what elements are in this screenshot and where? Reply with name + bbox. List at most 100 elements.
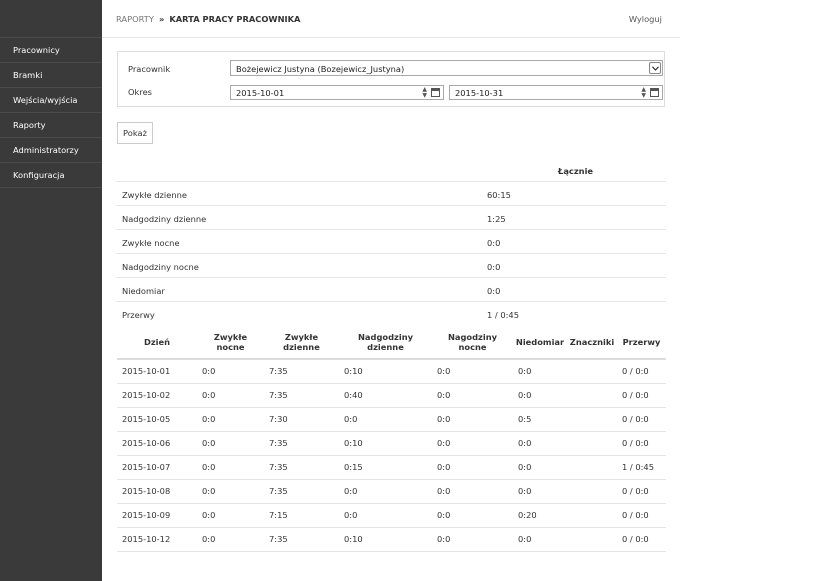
summary-total-header: Łącznie [558, 166, 594, 176]
table-cell: 0:10 [339, 527, 432, 552]
column-header-line: Nadgodziny [357, 332, 414, 342]
table-row: 2015-10-09 0:0 7:15 0:0 0:0 0:20 0 / 0:0 [117, 503, 666, 528]
summary-value: 1:25 [487, 214, 506, 224]
column-header-line: Przerwy [622, 337, 661, 347]
table-cell: 0 / 0:0 [617, 359, 666, 384]
table-cell [567, 383, 617, 408]
logout-link[interactable]: Wyloguj [629, 14, 662, 24]
table-cell: 2015-10-09 [117, 503, 197, 528]
table-cell: 7:35 [264, 359, 339, 384]
table-cell: 2015-10-06 [117, 431, 197, 456]
spinner-icon[interactable]: ▲ ▼ [641, 87, 646, 99]
column-header-line: dzienne [283, 342, 320, 352]
table-cell: 0:0 [197, 383, 264, 408]
table-cell: 0:0 [432, 527, 513, 552]
summary-row: Nadgodziny nocne 0:0 [117, 254, 666, 278]
sidebar: Pracownicy Bramki Wejścia/wyjścia Raport… [0, 0, 102, 581]
table-cell: 7:30 [264, 407, 339, 432]
table-cell: 0 / 0:0 [617, 479, 666, 504]
employee-select[interactable]: Bożejewicz Justyna (Bozejewicz_Justyna) [230, 60, 663, 76]
column-header: Dzień [117, 326, 197, 360]
filter-panel: Pracownik Bożejewicz Justyna (Bozejewicz… [117, 51, 665, 107]
column-header: Nagodziny nocne [432, 326, 513, 360]
table-row: 2015-10-07 0:0 7:35 0:15 0:0 0:0 1 / 0:45 [117, 455, 666, 480]
table-cell: 0:0 [513, 479, 567, 504]
summary-row: Przerwy 1 / 0:45 [117, 302, 666, 326]
column-header: Znaczniki [567, 326, 617, 360]
sidebar-item-bramki[interactable]: Bramki [0, 63, 102, 88]
summary-value: 1 / 0:45 [487, 310, 519, 320]
table-cell: 7:35 [264, 479, 339, 504]
table-header-row: Dzień Zwykłe nocne Zwykłe dzienne Nadgodziny d… [117, 326, 666, 360]
table-cell [567, 359, 617, 384]
calendar-icon[interactable] [650, 88, 659, 97]
daily-table: Dzień Zwykłe nocne Zwykłe dzienne Nadgodziny d… [117, 326, 666, 552]
summary-label: Niedomiar [122, 286, 165, 296]
sidebar-item-konfiguracja[interactable]: Konfiguracja [0, 163, 102, 188]
table-cell: 0:10 [339, 359, 432, 384]
table-cell: 2015-10-08 [117, 479, 197, 504]
top-bar: RAPORTY » KARTA PRACY PRACOWNIKA Wyloguj [102, 0, 680, 38]
breadcrumb-root[interactable]: RAPORTY [116, 14, 154, 24]
table-cell: 1 / 0:45 [617, 455, 666, 480]
sidebar-item-wejscia-wyjscia[interactable]: Wejścia/wyjścia [0, 88, 102, 113]
table-cell: 0:0 [197, 359, 264, 384]
table-cell: 0:0 [339, 479, 432, 504]
table-row: 2015-10-05 0:0 7:30 0:0 0:0 0:5 0 / 0:0 [117, 407, 666, 432]
table-cell: 2015-10-07 [117, 455, 197, 480]
table-cell: 0 / 0:0 [617, 407, 666, 432]
table-cell: 0:0 [513, 359, 567, 384]
table-cell [567, 527, 617, 552]
date-to-input[interactable]: 2015-10-31 ▲ ▼ [449, 85, 663, 100]
sidebar-item-pracownicy[interactable]: Pracownicy [0, 38, 102, 63]
column-header-line: Niedomiar [515, 337, 565, 347]
table-cell: 0:0 [197, 455, 264, 480]
summary-label: Nadgodziny nocne [122, 262, 199, 272]
column-header: Zwykłe nocne [197, 326, 264, 360]
table-row: 2015-10-12 0:0 7:35 0:10 0:0 0:0 0 / 0:0 [117, 527, 666, 552]
table-cell [567, 407, 617, 432]
date-from-input[interactable]: 2015-10-01 ▲ ▼ [230, 85, 444, 100]
summary-row: Nadgodziny dzienne 1:25 [117, 206, 666, 230]
table-cell: 7:35 [264, 383, 339, 408]
table-row: 2015-10-02 0:0 7:35 0:40 0:0 0:0 0 / 0:0 [117, 383, 666, 408]
calendar-icon[interactable] [431, 88, 440, 97]
sidebar-item-raporty[interactable]: Raporty [0, 113, 102, 138]
table-cell: 0:0 [432, 383, 513, 408]
column-header-line: nocne [458, 342, 487, 352]
date-from-value: 2015-10-01 [236, 88, 285, 98]
summary-table: Łącznie Zwykłe dzienne 60:15 Nadgodziny d… [117, 158, 666, 326]
table-cell: 0:0 [197, 527, 264, 552]
table-cell: 2015-10-02 [117, 383, 197, 408]
column-header-line: Znaczniki [569, 337, 615, 347]
page-title: KARTA PRACY PRACOWNIKA [169, 14, 301, 24]
spinner-icon[interactable]: ▲ ▼ [422, 87, 427, 99]
employee-label: Pracownik [128, 64, 171, 74]
table-cell: 2015-10-01 [117, 359, 197, 384]
table-cell: 0:0 [339, 503, 432, 528]
table-cell: 7:35 [264, 431, 339, 456]
summary-label: Zwykłe dzienne [122, 190, 187, 200]
show-button[interactable]: Pokaż [117, 122, 153, 144]
table-cell: 0:0 [432, 431, 513, 456]
summary-label: Przerwy [122, 310, 155, 320]
summary-value: 60:15 [487, 190, 511, 200]
breadcrumb-separator: » [158, 14, 165, 24]
column-header: Zwykłe dzienne [264, 326, 339, 360]
table-cell: 0:0 [513, 455, 567, 480]
table-cell: 0:40 [339, 383, 432, 408]
table-body: 2015-10-01 0:0 7:35 0:10 0:0 0:0 0 / 0:0 2015-1… [117, 359, 666, 552]
table-cell: 0:0 [197, 503, 264, 528]
column-header: Przerwy [617, 326, 666, 360]
sidebar-item-administratorzy[interactable]: Administratorzy [0, 138, 102, 163]
table-cell: 0:15 [339, 455, 432, 480]
column-header-line: nocne [216, 342, 245, 352]
period-label: Okres [128, 87, 152, 97]
date-to-value: 2015-10-31 [455, 88, 504, 98]
table-cell: 0:0 [432, 503, 513, 528]
table-cell: 7:35 [264, 527, 339, 552]
chevron-down-icon[interactable] [649, 62, 661, 74]
table-cell [567, 479, 617, 504]
table-row: 2015-10-01 0:0 7:35 0:10 0:0 0:0 0 / 0:0 [117, 359, 666, 384]
summary-value: 0:0 [487, 286, 501, 296]
